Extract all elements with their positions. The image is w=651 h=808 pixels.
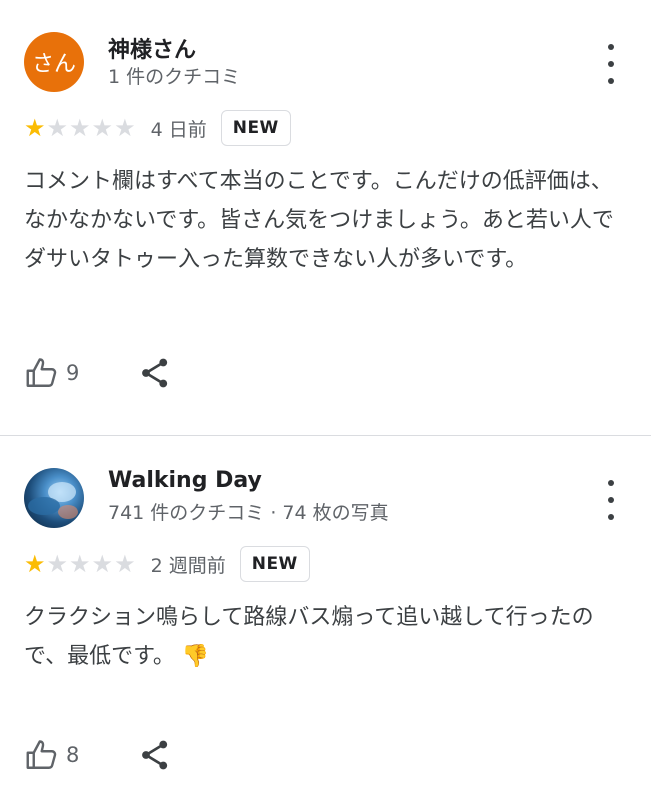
review-card: さん 神様さん 1 件のクチコミ ★ ★ ★ ★ ★ 4 日前 NEW コメント… bbox=[0, 0, 651, 435]
star-empty-icon: ★ bbox=[91, 114, 114, 142]
more-vert-icon-dot bbox=[608, 497, 614, 503]
like-count: 8 bbox=[66, 743, 80, 767]
review-date: 2 週間前 bbox=[150, 554, 226, 577]
reviewer-meta: 1 件のクチコミ bbox=[108, 66, 241, 88]
avatar[interactable]: さん bbox=[24, 32, 84, 92]
more-vert-icon-dot bbox=[608, 480, 614, 486]
star-empty-icon: ★ bbox=[114, 114, 136, 142]
reviewer-name[interactable]: Walking Day bbox=[108, 468, 262, 493]
star-empty-icon: ★ bbox=[46, 114, 69, 142]
avatar-initials: さん bbox=[31, 52, 76, 77]
review-text-body: クラクション鳴らして路線バス煽って追い越して行ったので、最低です。 bbox=[24, 605, 594, 669]
star-empty-icon: ★ bbox=[46, 550, 69, 578]
like-count: 9 bbox=[66, 361, 80, 385]
thumb-down-emoji: 👎 bbox=[181, 644, 210, 669]
more-options-button[interactable] bbox=[599, 44, 623, 84]
review-text: コメント欄はすべて本当のことです。こんだけの低評価は、なかなかないです。皆さん気… bbox=[24, 169, 614, 272]
star-empty-icon: ★ bbox=[91, 550, 114, 578]
star-empty-icon: ★ bbox=[69, 550, 91, 578]
like-button[interactable]: 9 bbox=[24, 355, 79, 391]
share-icon bbox=[142, 740, 168, 770]
review-card: Walking Day 741 件のクチコミ · 74 枚の写真 ★ ★ ★ ★… bbox=[0, 435, 651, 808]
share-icon bbox=[142, 358, 168, 388]
thumb-up-icon bbox=[26, 740, 57, 769]
star-empty-icon: ★ bbox=[114, 550, 136, 578]
rating-row: ★ ★ ★ ★ ★ 2 週間前 NEW bbox=[24, 544, 310, 584]
more-vert-icon-dot bbox=[608, 514, 614, 520]
rating-row: ★ ★ ★ ★ ★ 4 日前 NEW bbox=[24, 108, 291, 148]
reviewer-name[interactable]: 神様さん bbox=[108, 32, 196, 64]
star-filled-icon: ★ bbox=[24, 114, 46, 142]
review-text: クラクション鳴らして路線バス煽って追い越して行ったので、最低です。 👎 bbox=[24, 598, 630, 676]
more-vert-icon-dot bbox=[608, 44, 614, 50]
review-date: 4 日前 bbox=[150, 118, 207, 141]
star-empty-icon: ★ bbox=[69, 114, 91, 142]
new-badge: NEW bbox=[239, 546, 310, 582]
share-button[interactable] bbox=[137, 737, 173, 773]
share-button[interactable] bbox=[137, 355, 173, 391]
more-vert-icon-dot bbox=[608, 61, 614, 67]
star-filled-icon: ★ bbox=[24, 550, 46, 578]
star-rating: ★ ★ ★ ★ ★ bbox=[24, 552, 137, 576]
reviewer-meta: 741 件のクチコミ · 74 枚の写真 bbox=[108, 502, 389, 524]
more-options-button[interactable] bbox=[599, 480, 623, 520]
avatar[interactable] bbox=[24, 468, 84, 528]
avatar-photo bbox=[28, 482, 78, 519]
new-badge: NEW bbox=[220, 110, 291, 146]
thumb-up-icon bbox=[26, 358, 57, 387]
review-actions: 8 bbox=[24, 734, 173, 776]
star-rating: ★ ★ ★ ★ ★ bbox=[24, 116, 137, 140]
like-button[interactable]: 8 bbox=[24, 737, 79, 773]
review-actions: 9 bbox=[24, 352, 173, 394]
more-vert-icon-dot bbox=[608, 78, 614, 84]
